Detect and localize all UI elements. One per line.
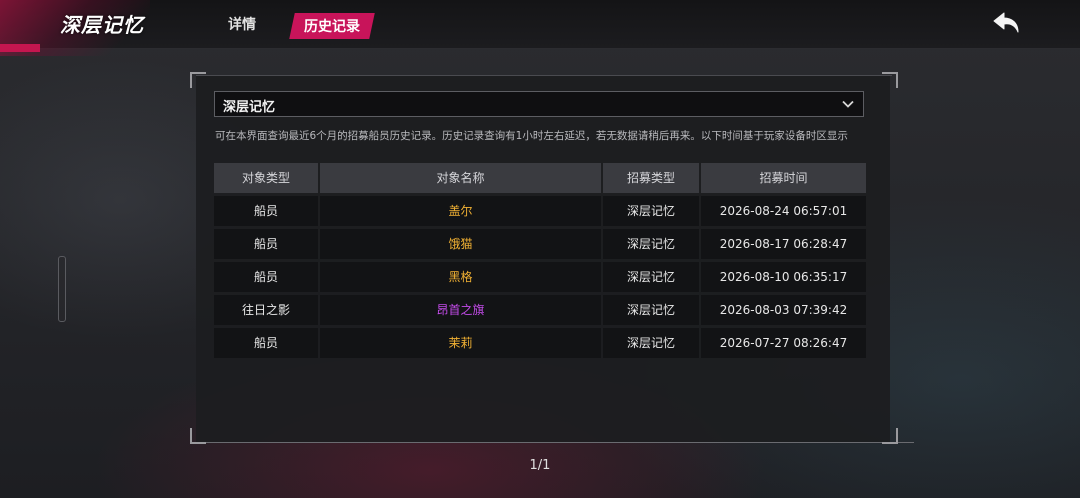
back-arrow-icon bbox=[993, 12, 1019, 33]
table-header-row: 对象类型 对象名称 招募类型 招募时间 bbox=[214, 163, 866, 193]
tab-history-label: 历史记录 bbox=[304, 19, 360, 35]
brand-accent-bar bbox=[0, 44, 40, 52]
recruit-type-cell: 深层记忆 bbox=[603, 262, 699, 292]
tab-details[interactable]: 详情 bbox=[228, 14, 256, 34]
object-type-cell: 船员 bbox=[214, 328, 318, 358]
object-type-cell: 往日之影 bbox=[214, 295, 318, 325]
recruit-time-cell: 2026-08-10 06:35:17 bbox=[701, 262, 866, 292]
panel-corner-top-right bbox=[882, 72, 898, 88]
recruit-type-cell: 深层记忆 bbox=[603, 328, 699, 358]
side-drawer-handle[interactable] bbox=[58, 256, 66, 322]
panel-bottom-border bbox=[196, 442, 914, 443]
column-header-object-name: 对象名称 bbox=[320, 163, 601, 193]
recruit-type-cell: 深层记忆 bbox=[603, 229, 699, 259]
table-row: 船员 茉莉 深层记忆 2026-07-27 08:26:47 bbox=[214, 328, 866, 358]
tab-history[interactable]: 历史记录 bbox=[289, 13, 375, 39]
pool-select-value: 深层记忆 bbox=[223, 100, 276, 115]
history-table: 对象类型 对象名称 招募类型 招募时间 船员 盖尔 深层记忆 2026-08-2… bbox=[214, 163, 866, 361]
panel-corner-top-left bbox=[190, 72, 206, 88]
column-header-recruit-type: 招募类型 bbox=[603, 163, 699, 193]
panel-corner-bottom-left bbox=[190, 428, 206, 444]
game-screen: 深层记忆 详情 历史记录 深层记忆 可在本界面查询最近6个月的招募船员历史记录。… bbox=[0, 0, 1080, 498]
column-header-recruit-time: 招募时间 bbox=[701, 163, 866, 193]
pool-select-dropdown[interactable]: 深层记忆 bbox=[214, 91, 864, 117]
recruit-time-cell: 2026-08-17 06:28:47 bbox=[701, 229, 866, 259]
panel-top-border bbox=[196, 75, 892, 76]
object-type-cell: 船员 bbox=[214, 229, 318, 259]
object-name-cell: 盖尔 bbox=[320, 196, 601, 226]
history-notice-text: 可在本界面查询最近6个月的招募船员历史记录。历史记录查询有1小时左右延迟，若无数… bbox=[215, 130, 848, 142]
table-row: 船员 饿猫 深层记忆 2026-08-17 06:28:47 bbox=[214, 229, 866, 259]
recruit-type-cell: 深层记忆 bbox=[603, 196, 699, 226]
object-name-cell: 茉莉 bbox=[320, 328, 601, 358]
object-type-cell: 船员 bbox=[214, 196, 318, 226]
recruit-time-cell: 2026-08-03 07:39:42 bbox=[701, 295, 866, 325]
object-type-cell: 船员 bbox=[214, 262, 318, 292]
recruit-time-cell: 2026-08-24 06:57:01 bbox=[701, 196, 866, 226]
object-name-cell: 昂首之旗 bbox=[320, 295, 601, 325]
page-indicator: 1/1 bbox=[529, 458, 551, 473]
object-name-cell: 黑格 bbox=[320, 262, 601, 292]
table-row: 船员 盖尔 深层记忆 2026-08-24 06:57:01 bbox=[214, 196, 866, 226]
recruit-time-cell: 2026-07-27 08:26:47 bbox=[701, 328, 866, 358]
table-row: 往日之影 昂首之旗 深层记忆 2026-08-03 07:39:42 bbox=[214, 295, 866, 325]
column-header-object-type: 对象类型 bbox=[214, 163, 318, 193]
table-row: 船员 黑格 深层记忆 2026-08-10 06:35:17 bbox=[214, 262, 866, 292]
chevron-down-icon bbox=[842, 100, 854, 108]
game-title: 深层记忆 bbox=[60, 13, 144, 37]
panel-corner-bottom-right bbox=[882, 428, 898, 444]
top-bar bbox=[0, 0, 1080, 49]
object-name-cell: 饿猫 bbox=[320, 229, 601, 259]
recruit-type-cell: 深层记忆 bbox=[603, 295, 699, 325]
back-button[interactable] bbox=[990, 10, 1024, 38]
